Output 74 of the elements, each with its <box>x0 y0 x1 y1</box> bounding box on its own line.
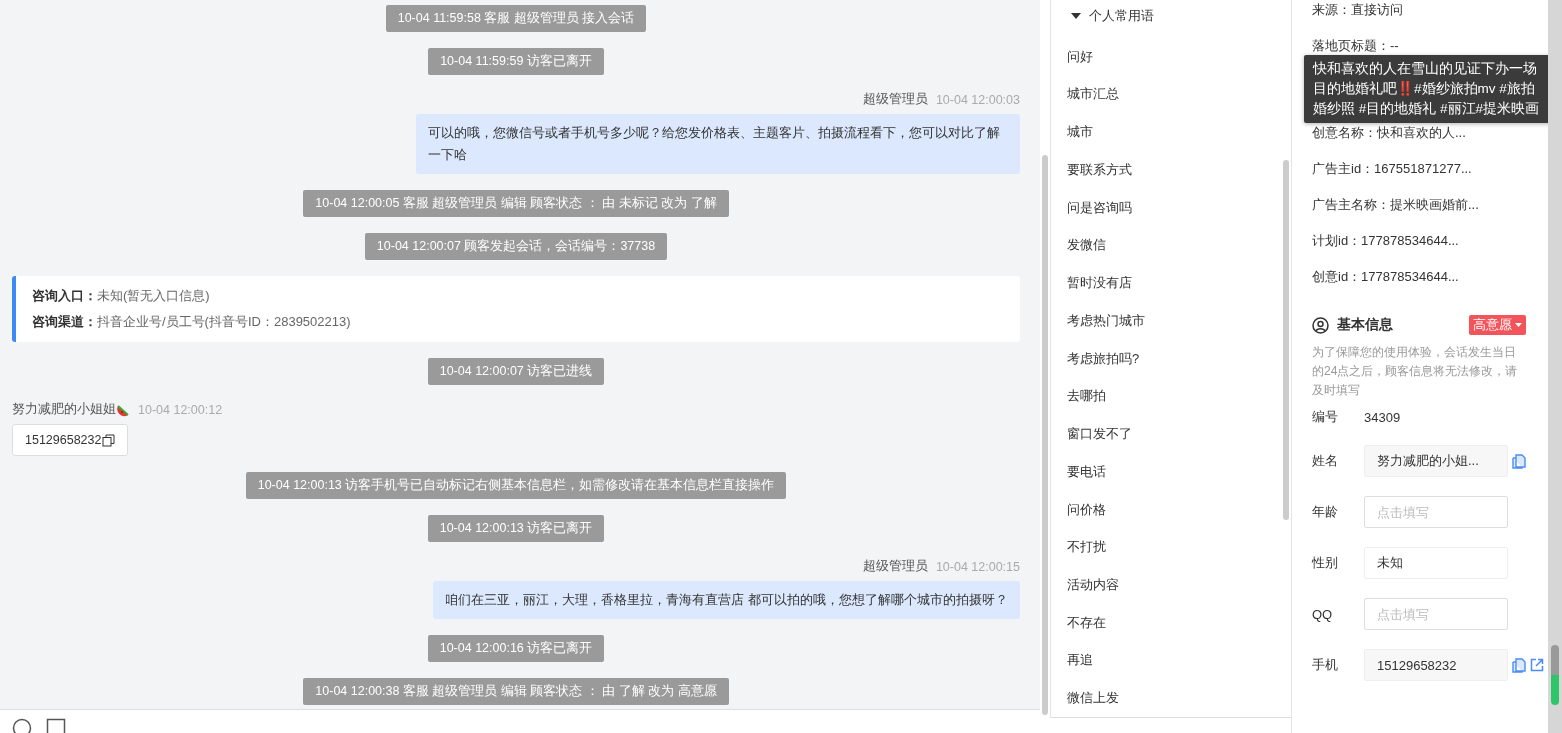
source-info-row-text: 来源：直接访问 <box>1312 1 1404 19</box>
phrase-item[interactable]: 微信上发 <box>1051 679 1291 718</box>
caret-icon <box>1515 323 1522 327</box>
system-message: 10-04 12:00:07 访客已进线 <box>427 358 605 385</box>
source-info-row-text: 创意id：177878534644... <box>1312 268 1460 286</box>
info-value: 抖音企业号/员工号(抖音号ID：2839502213) <box>97 314 351 329</box>
sender-name: 努力减肥的小姐姐 <box>12 401 116 418</box>
phrase-item[interactable]: 暂时没有店 <box>1051 264 1291 302</box>
system-message: 10-04 11:59:59 访客已离开 <box>428 48 604 75</box>
system-message: 10-04 11:59:58 客服 超级管理员 接入会话 <box>385 5 647 32</box>
phone-number: 15129658232 <box>25 433 102 447</box>
image-icon[interactable] <box>46 718 66 733</box>
phrase-item[interactable]: 考虑旅拍吗? <box>1051 339 1291 378</box>
message-bubble: 可以的哦，您微信号或者手机号多少呢？给您发价格表、主题客片、拍摄流程看下，您可以对比了解一下哈 <box>416 114 1020 174</box>
phrase-item[interactable]: 问价格 <box>1051 490 1291 529</box>
info-label: 咨询入口： <box>32 288 97 303</box>
field-value: 34309 <box>1364 409 1401 425</box>
phrase-item[interactable]: 不打扰 <box>1051 528 1291 567</box>
phrase-item[interactable]: 窗口发不了 <box>1051 415 1291 453</box>
field-label: 手机 <box>1312 656 1339 674</box>
message-time: 10-04 12:00:03 <box>935 92 1020 107</box>
phrase-item[interactable]: 城市 <box>1051 113 1291 152</box>
copy-icon[interactable] <box>102 433 116 447</box>
system-message: 10-04 12:00:13 访客手机号已自动标记右侧基本信息栏，如需修改请在基本信息栏直接操作 <box>245 472 787 499</box>
smiley-icon[interactable] <box>12 718 32 733</box>
input-field[interactable]: 15129658232 <box>1364 649 1508 681</box>
scrollbar-thumb[interactable] <box>1042 155 1048 715</box>
phrase-item[interactable]: 问好 <box>1051 37 1291 76</box>
scrollbar-thumb[interactable] <box>1551 645 1559 705</box>
source-info-row-text: 广告主id：167551871277... <box>1312 160 1473 178</box>
phrase-item[interactable]: 城市汇总 <box>1051 75 1291 114</box>
message-time: 10-04 12:00:12 <box>138 402 223 417</box>
user-circle-icon <box>1312 316 1329 334</box>
external-link-icon[interactable] <box>1530 658 1544 672</box>
field-label: 性别 <box>1312 554 1339 572</box>
input-field[interactable]: 点击填写 <box>1364 598 1508 630</box>
phrase-item[interactable]: 问是咨询吗 <box>1051 188 1291 227</box>
input-field[interactable]: 努力减肥的小姐... <box>1364 445 1508 477</box>
phrase-item[interactable]: 不存在 <box>1051 603 1291 642</box>
field-label: 编号 <box>1312 408 1339 426</box>
system-message: 10-04 12:00:05 客服 超级管理员 编辑 顾客状态 ： 由 未标记 改为 了解 <box>303 190 729 217</box>
source-info-row-text: 广告主名称：提米映画婚前... <box>1312 196 1480 214</box>
system-message: 10-04 12:00:07 顾客发起会话，会话编号：37738 <box>364 233 668 260</box>
field-label: QQ <box>1312 606 1334 622</box>
info-label: 咨询渠道： <box>32 314 97 329</box>
system-message: 10-04 12:00:38 客服 超级管理员 编辑 顾客状态 ： 由 了解 改为 高意愿 <box>303 678 729 705</box>
phrase-item[interactable]: 考虑热门城市 <box>1051 302 1291 340</box>
phrase-item[interactable]: 要联系方式 <box>1051 151 1291 189</box>
select-field[interactable]: 未知 <box>1364 547 1508 579</box>
phrase-item[interactable]: 发微信 <box>1051 226 1291 265</box>
message-bubble: 咱们在三亚，丽江，大理，香格里拉，青海有直营店 都可以拍的哦，您想了解哪个城市的拍摄呀？ <box>433 581 1020 619</box>
phrase-item[interactable]: 再追 <box>1051 641 1291 680</box>
phrase-group-header[interactable]: 个人常用语 <box>1051 0 1291 26</box>
message-time: 10-04 12:00:15 <box>935 559 1020 574</box>
sender-name: 超级管理员 <box>862 91 928 108</box>
sender-name: 超级管理员 <box>862 558 928 575</box>
input-field[interactable]: 点击填写 <box>1364 496 1508 528</box>
system-message: 10-04 12:00:16 访客已离开 <box>427 635 605 662</box>
caret-icon <box>1071 12 1081 19</box>
phrase-item[interactable]: 去哪拍 <box>1051 377 1291 416</box>
group-title: 个人常用语 <box>1089 6 1154 25</box>
notice-text: 为了保障您的使用体验，会话发生当日的24点之后，顾客信息将无法修改，请及时填写 <box>1312 344 1519 399</box>
section-title: 基本信息 <box>1337 316 1393 334</box>
phrase-item[interactable]: 要电话 <box>1051 452 1291 491</box>
field-label: 年龄 <box>1312 503 1339 521</box>
source-info-row-text: 计划id：177878534644... <box>1312 232 1460 250</box>
watermelon-icon <box>116 402 130 417</box>
scrollbar-thumb[interactable] <box>1283 160 1289 520</box>
field-label: 姓名 <box>1312 452 1339 470</box>
info-value: 未知(暂无入口信息) <box>97 288 210 303</box>
system-message: 10-04 12:00:13 访客已离开 <box>427 515 605 542</box>
phrase-item[interactable]: 活动内容 <box>1051 566 1291 604</box>
source-info-row-text: 落地页标题：-- <box>1312 37 1400 55</box>
source-info-row-text: 创意名称：快和喜欢的人... <box>1312 124 1467 142</box>
